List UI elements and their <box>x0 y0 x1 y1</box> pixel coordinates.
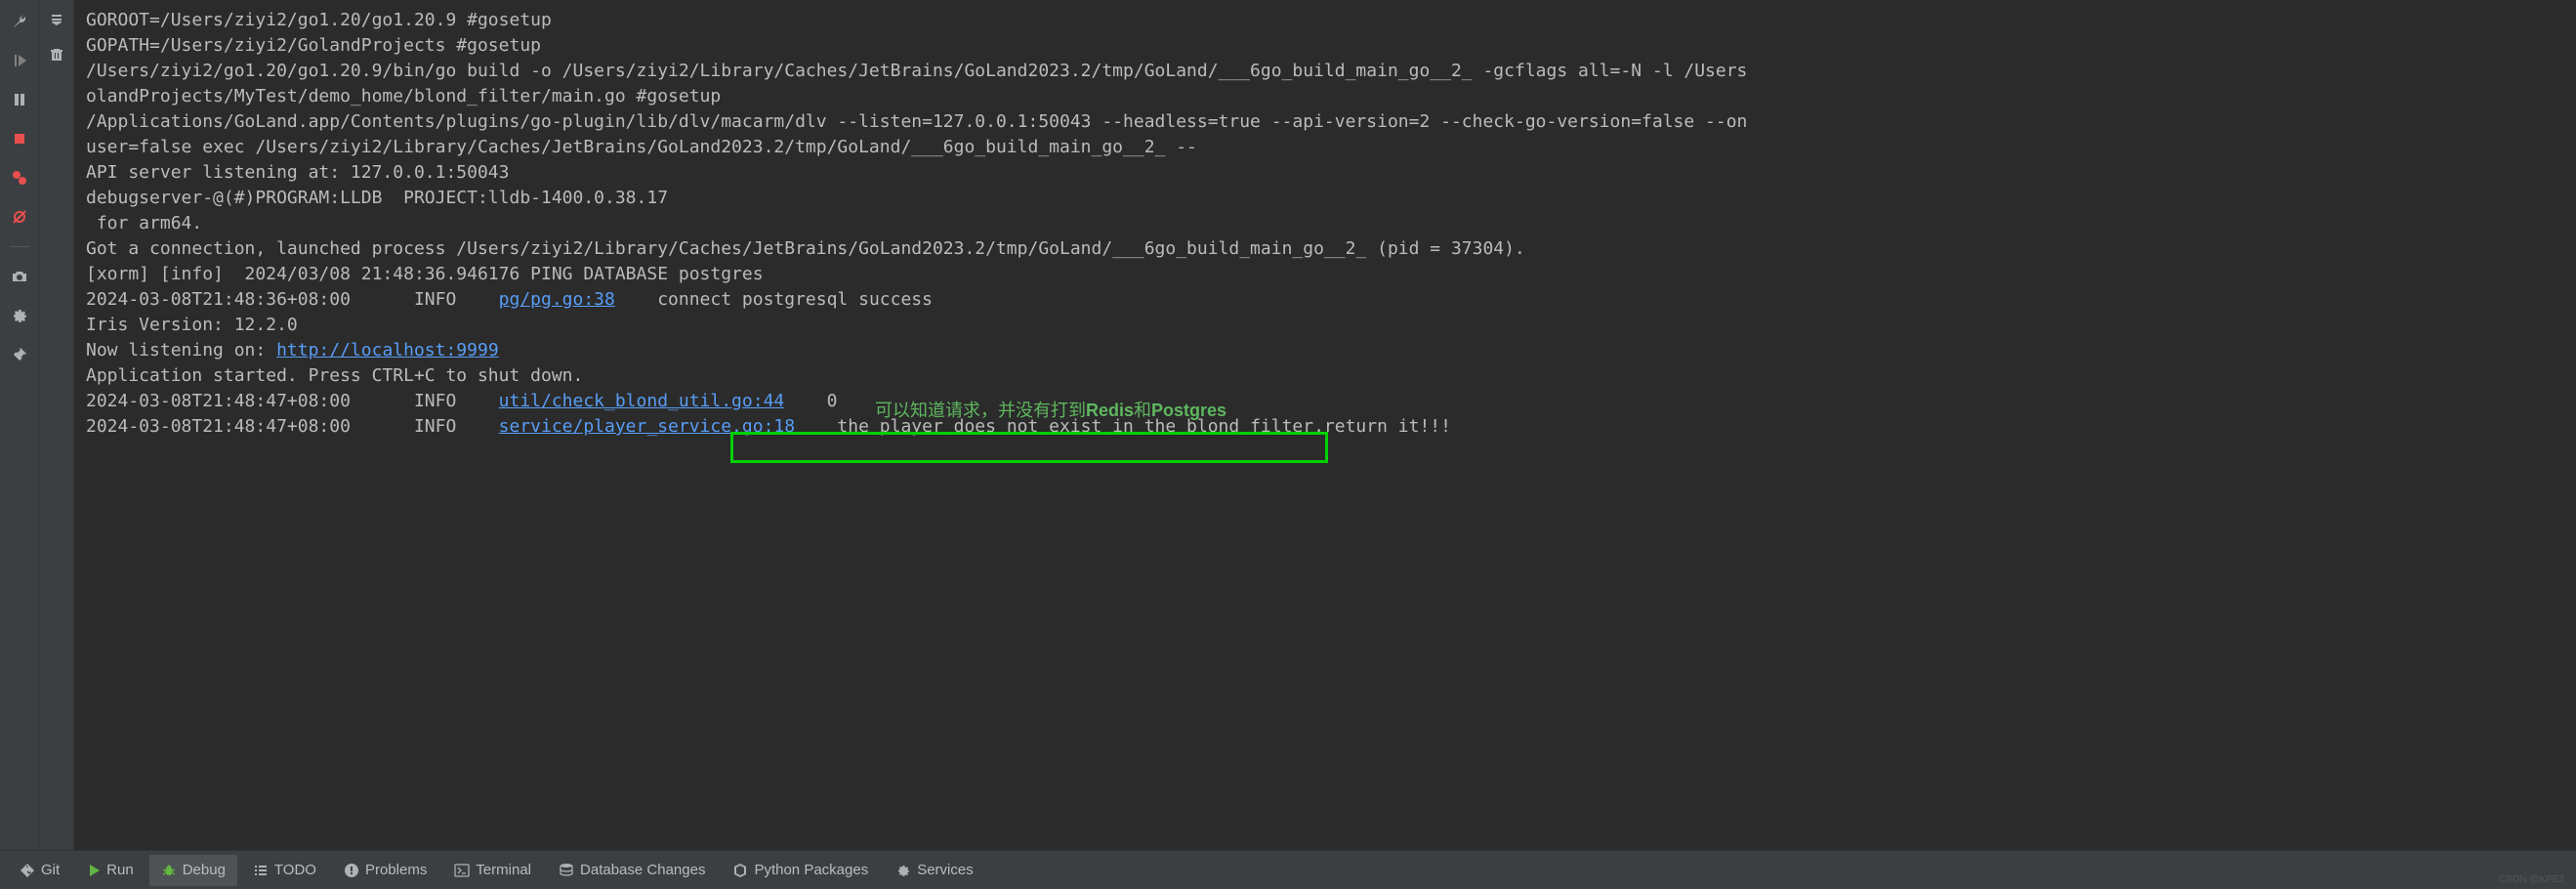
console-line: [xorm] [info] 2024/03/08 21:48:36.946176… <box>86 262 2564 287</box>
file-link[interactable]: service/player_service.go:18 <box>499 416 795 437</box>
debug-tab[interactable]: Debug <box>149 855 237 886</box>
console-line: /Users/ziyi2/go1.20/go1.20.9/bin/go buil… <box>86 59 2564 84</box>
console-line: Got a connection, launched process /User… <box>86 236 2564 262</box>
camera-icon[interactable] <box>6 263 33 290</box>
console-line: Now listening on: http://localhost:9999 <box>86 338 2564 363</box>
console-line: 2024-03-08T21:48:36+08:00 INFO pg/pg.go:… <box>86 287 2564 313</box>
run-tab[interactable]: Run <box>75 855 145 886</box>
stop-icon[interactable] <box>6 125 33 152</box>
debug-toolbar <box>0 0 39 850</box>
pin-icon[interactable] <box>6 341 33 368</box>
git-tab[interactable]: Git <box>8 855 71 886</box>
pause-icon[interactable] <box>6 86 33 113</box>
console-line: olandProjects/MyTest/demo_home/blond_fil… <box>86 84 2564 109</box>
clear-icon[interactable] <box>45 43 68 66</box>
mute-breakpoints-icon[interactable] <box>6 203 33 231</box>
wrench-icon[interactable] <box>6 8 33 35</box>
problems-tab[interactable]: Problems <box>332 855 438 886</box>
console-line: API server listening at: 127.0.0.1:50043 <box>86 160 2564 186</box>
console-line: 2024-03-08T21:48:47+08:00 INFO util/chec… <box>86 389 2564 414</box>
file-link[interactable]: util/check_blond_util.go:44 <box>499 391 785 411</box>
resume-icon[interactable] <box>6 47 33 74</box>
todo-tab[interactable]: TODO <box>241 855 328 886</box>
console-line: Iris Version: 12.2.0 <box>86 313 2564 338</box>
annotation-text: 可以知道请求，并没有打到Redis和Postgres <box>875 397 1226 422</box>
services-tab[interactable]: Services <box>884 855 985 886</box>
main-container: GOROOT=/Users/ziyi2/go1.20/go1.20.9 #gos… <box>0 0 2576 850</box>
file-link[interactable]: pg/pg.go:38 <box>499 289 615 310</box>
scroll-to-end-icon[interactable] <box>45 8 68 31</box>
console-line: Application started. Press CTRL+C to shu… <box>86 363 2564 389</box>
settings-icon[interactable] <box>6 302 33 329</box>
console-gutter <box>39 0 74 850</box>
console-line: /Applications/GoLand.app/Contents/plugin… <box>86 109 2564 135</box>
console-line: for arm64. <box>86 211 2564 236</box>
console-line: 2024-03-08T21:48:47+08:00 INFO service/p… <box>86 414 2564 440</box>
url-link[interactable]: http://localhost:9999 <box>276 340 499 360</box>
console-line: GOROOT=/Users/ziyi2/go1.20/go1.20.9 #gos… <box>86 8 2564 33</box>
console-line: user=false exec /Users/ziyi2/Library/Cac… <box>86 135 2564 160</box>
watermark: CSDN @KPE2 <box>2499 874 2564 885</box>
bottom-tool-bar: Git Run Debug TODO Problems Terminal Dat… <box>0 850 2576 889</box>
view-breakpoints-icon[interactable] <box>6 164 33 191</box>
console-line: GOPATH=/Users/ziyi2/GolandProjects #gose… <box>86 33 2564 59</box>
python-packages-tab[interactable]: Python Packages <box>721 855 880 886</box>
console-output: GOROOT=/Users/ziyi2/go1.20/go1.20.9 #gos… <box>74 0 2576 850</box>
terminal-tab[interactable]: Terminal <box>442 855 543 886</box>
separator <box>10 246 29 247</box>
database-changes-tab[interactable]: Database Changes <box>547 855 717 886</box>
console-line: debugserver-@(#)PROGRAM:LLDB PROJECT:lld… <box>86 186 2564 211</box>
